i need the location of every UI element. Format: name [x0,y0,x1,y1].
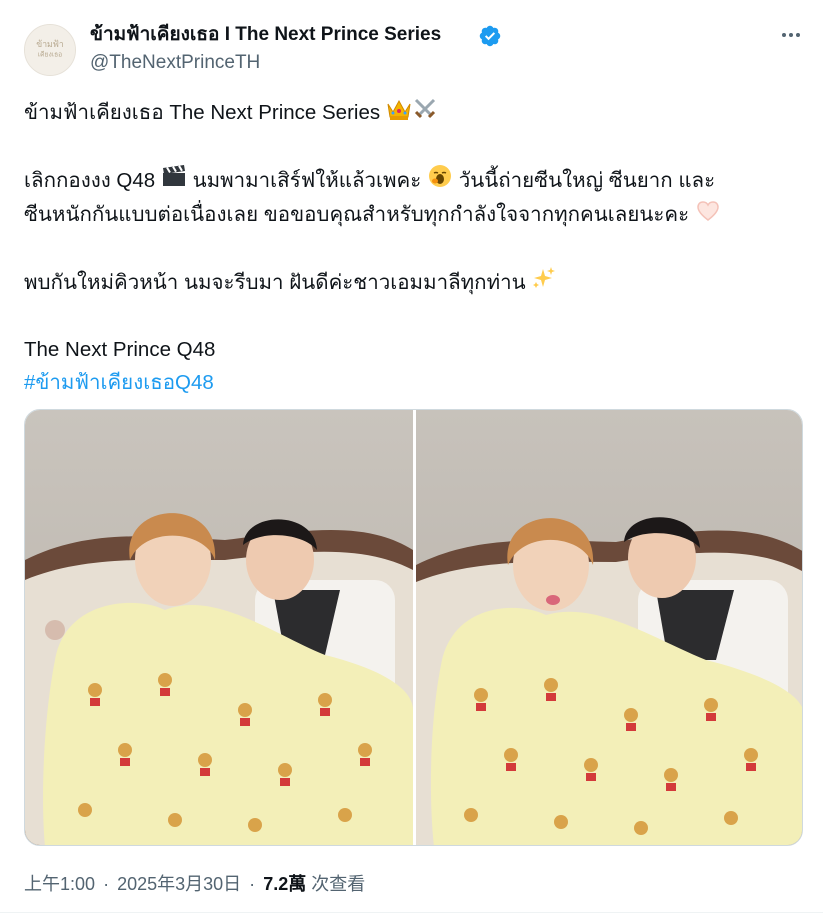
verified-badge-icon[interactable] [478,24,502,48]
tweet-line-3: เลิกกองงง Q48 นมพามาเสิร์ฟให้แล้วเพคะ วั… [24,164,799,199]
tweet-line-1: ข้ามฟ้าเคียงเธอ The Next Prince Series [24,96,799,131]
tweet-timestamp-time[interactable]: 上午1:00 [24,874,95,894]
crown-emoji-icon [386,97,412,131]
author-handle[interactable]: @TheNextPrinceTH [90,51,260,75]
heart-hands-emoji-icon [695,199,721,233]
tweet-metadata: 上午1:00 · 2025年3月30日 · 7.2萬 次查看 [24,872,365,896]
tweet-line-6: พบกันใหม่คิวหน้า นมจะรีบมา ฝันดีค่ะชาวเอ… [24,266,799,301]
author-display-name[interactable]: ข้ามฟ้าเคียงเธอ I The Next Prince Series [90,23,441,47]
tweet-line-hashtag: #ข้ามฟ้าเคียงเธอQ48 [24,366,799,399]
media-grid [24,409,803,846]
author-avatar[interactable]: ข้ามฟ้า เคียงเธอ [24,24,76,76]
more-dots-icon [782,33,800,37]
tweet-text: ข้ามฟ้าเคียงเธอ The Next Prince Series เ… [24,96,799,399]
clapper-board-emoji-icon [161,164,187,198]
meta-separator: · [103,874,110,894]
meta-separator: · [249,874,256,894]
yawning-face-emoji-icon [427,164,453,198]
divider [0,912,823,913]
hashtag-link[interactable]: #ข้ามฟ้าเคียงเธอQ48 [24,371,214,394]
crossed-swords-emoji-icon [412,97,438,131]
tweet-photo-2[interactable] [416,410,802,845]
sparkles-emoji-icon [531,266,557,300]
views-count: 7.2萬 [263,874,307,894]
tweet-article: ข้ามฟ้า เคียงเธอ ข้ามฟ้าเคียงเธอ I The N… [0,0,823,916]
svg-text:เคียงเธอ: เคียงเธอ [38,51,62,59]
tweet-line-4: ซีนหนักกันแบบต่อเนื่องเลย ขอขอบคุณสำหรับ… [24,198,799,233]
more-options-button[interactable] [774,22,808,48]
tweet-timestamp-date[interactable]: 2025年3月30日 [117,874,241,894]
views-label: 次查看 [311,874,366,894]
tweet-line-8: The Next Prince Q48 [24,338,216,362]
avatar-logo-text: ข้ามฟ้า [36,39,64,50]
tweet-photo-1[interactable] [25,410,413,845]
